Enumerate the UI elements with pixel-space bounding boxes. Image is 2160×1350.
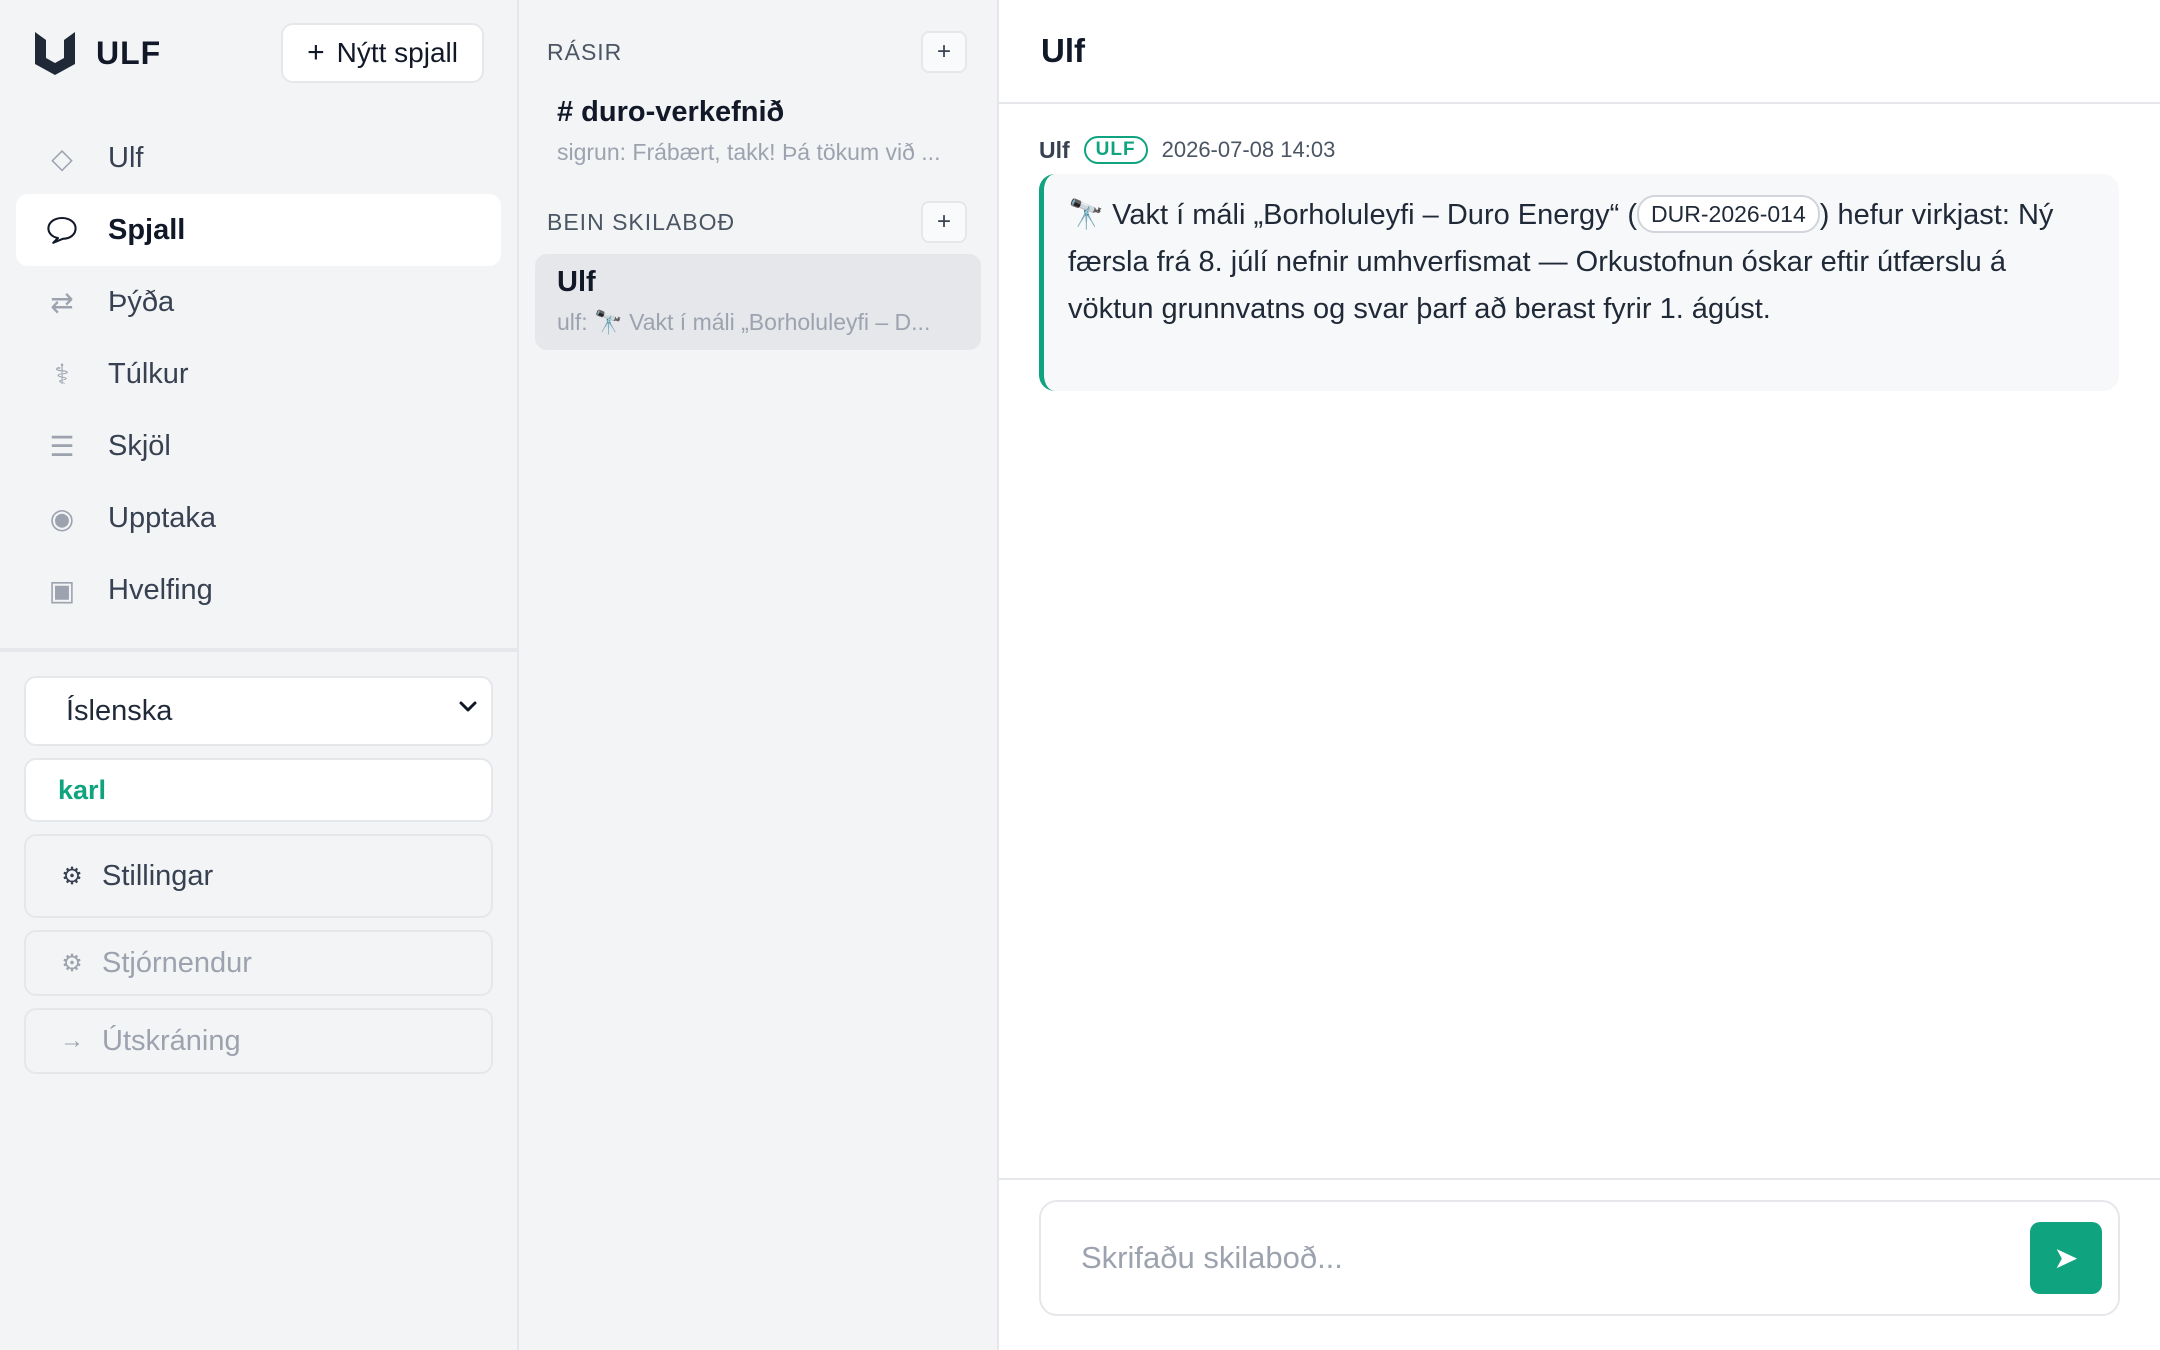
record-icon: ◉ bbox=[49, 502, 75, 534]
dm-preview: ulf: 🔭 Vakt í máli „Borholuleyfi – D... bbox=[557, 309, 931, 335]
brand[interactable]: ULF bbox=[28, 26, 161, 80]
app-root: ULF + Nýtt spjall ◇ Ulf Spjall ⇄ Þýða ⚕ … bbox=[0, 0, 2160, 1350]
nav-item-tulkur[interactable]: ⚕ Túlkur bbox=[16, 338, 501, 410]
conversation-title: Ulf bbox=[999, 0, 2160, 104]
new-chat-label: Nýtt spjall bbox=[336, 37, 458, 68]
gear-icon: ⚙ bbox=[61, 862, 83, 890]
channel-name: # duro-verkefnið bbox=[557, 96, 785, 128]
channels-section-title: RÁSIR bbox=[547, 38, 623, 65]
nav-item-label: Hvelfing bbox=[108, 573, 213, 606]
brand-row: ULF + Nýtt spjall bbox=[0, 0, 517, 106]
nav-item-skjol[interactable]: ☰ Skjöl bbox=[16, 410, 501, 482]
composer: ➤ bbox=[1039, 1200, 2120, 1316]
vault-icon: ▣ bbox=[48, 574, 76, 606]
case-id-chip[interactable]: DUR-2026-014 bbox=[1637, 195, 1820, 233]
channels-section-header: RÁSIR + bbox=[535, 24, 981, 80]
user-name: karl bbox=[58, 774, 107, 805]
channel-preview: sigrun: Frábært, takk! Þá tökum við ... bbox=[557, 139, 941, 165]
composer-area: ➤ bbox=[999, 1178, 2160, 1350]
channel-item-duro-verkefnid[interactable]: # duro-verkefnið sigrun: Frábært, takk! … bbox=[535, 84, 981, 180]
message-body: 🔭 Vakt í máli „Borholuleyfi – Duro Energ… bbox=[1039, 174, 2119, 391]
channel-list: RÁSIR + # duro-verkefnið sigrun: Frábært… bbox=[519, 0, 999, 1350]
bot-badge: ULF bbox=[1083, 136, 1148, 164]
chat-bubble-icon bbox=[46, 214, 78, 246]
conversation-pane: Ulf Ulf ULF 2026-07-08 14:03 🔭 Vakt í má… bbox=[999, 0, 2160, 1350]
dm-section-title: BEIN SKILABOÐ bbox=[547, 208, 736, 235]
dm-section-header: BEIN SKILABOÐ + bbox=[535, 194, 981, 250]
diamond-icon: ◇ bbox=[51, 142, 73, 174]
arrow-right-icon: → bbox=[60, 1027, 84, 1054]
settings-button[interactable]: ⚙ Stillingar bbox=[24, 834, 493, 918]
brand-name: ULF bbox=[96, 34, 162, 71]
new-chat-button[interactable]: + Nýtt spjall bbox=[281, 23, 484, 83]
interpreter-icon: ⚕ bbox=[54, 358, 70, 390]
gear-icon: ⚙ bbox=[61, 949, 83, 977]
add-channel-button[interactable]: + bbox=[921, 31, 967, 73]
main-nav: ◇ Ulf Spjall ⇄ Þýða ⚕ Túlkur ☰ Skjöl ◉ U… bbox=[0, 106, 517, 648]
settings-label: Stillingar bbox=[102, 859, 214, 892]
plus-icon: + bbox=[936, 38, 951, 65]
message-list: Ulf ULF 2026-07-08 14:03 🔭 Vakt í máli „… bbox=[999, 104, 2160, 1178]
nav-item-label: Spjall bbox=[108, 213, 186, 246]
message-author: Ulf bbox=[1039, 136, 1070, 163]
dm-name: Ulf bbox=[557, 266, 596, 298]
nav-item-label: Túlkur bbox=[108, 357, 189, 390]
message-meta: Ulf ULF 2026-07-08 14:03 bbox=[1039, 136, 2120, 164]
nav-item-thyda[interactable]: ⇄ Þýða bbox=[16, 266, 501, 338]
current-user: karl bbox=[24, 758, 493, 822]
nav-item-spjall[interactable]: Spjall bbox=[16, 194, 501, 266]
send-button[interactable]: ➤ bbox=[2030, 1222, 2102, 1294]
ulf-logo-icon bbox=[28, 26, 82, 80]
admins-button[interactable]: ⚙ Stjórnendur bbox=[24, 930, 493, 996]
nav-item-hvelfing[interactable]: ▣ Hvelfing bbox=[16, 554, 501, 626]
plus-icon: + bbox=[936, 208, 951, 235]
language-select-value: Íslenska bbox=[66, 694, 173, 727]
nav-item-label: Þýða bbox=[108, 285, 175, 318]
admins-label: Stjórnendur bbox=[102, 946, 252, 979]
list-icon: ☰ bbox=[49, 430, 75, 462]
logout-label: Útskráning bbox=[102, 1024, 241, 1057]
nav-item-label: Ulf bbox=[108, 141, 144, 174]
add-dm-button[interactable]: + bbox=[921, 201, 967, 243]
language-select[interactable]: Íslenska bbox=[24, 676, 493, 746]
message-input[interactable] bbox=[1081, 1240, 2030, 1276]
nav-item-label: Skjöl bbox=[108, 429, 171, 462]
nav-item-ulf[interactable]: ◇ Ulf bbox=[16, 122, 501, 194]
nav-item-upptaka[interactable]: ◉ Upptaka bbox=[16, 482, 501, 554]
plus-icon: + bbox=[307, 36, 325, 69]
logout-button[interactable]: → Útskráning bbox=[24, 1008, 493, 1074]
message-text-before: 🔭 Vakt í máli „Borholuleyfi – Duro Energ… bbox=[1068, 199, 1638, 231]
chevron-down-icon bbox=[455, 694, 481, 728]
swap-arrows-icon: ⇄ bbox=[50, 286, 74, 318]
sidebar-bottom: Íslenska karl ⚙ Stillingar ⚙ Stjórnendur… bbox=[0, 652, 517, 1074]
send-icon: ➤ bbox=[2053, 1241, 2079, 1275]
message-timestamp: 2026-07-08 14:03 bbox=[1161, 137, 1336, 162]
nav-item-label: Upptaka bbox=[108, 501, 217, 534]
message: Ulf ULF 2026-07-08 14:03 🔭 Vakt í máli „… bbox=[1039, 136, 2120, 391]
sidebar: ULF + Nýtt spjall ◇ Ulf Spjall ⇄ Þýða ⚕ … bbox=[0, 0, 519, 1350]
dm-item-ulf[interactable]: Ulf ulf: 🔭 Vakt í máli „Borholuleyfi – D… bbox=[535, 254, 981, 350]
